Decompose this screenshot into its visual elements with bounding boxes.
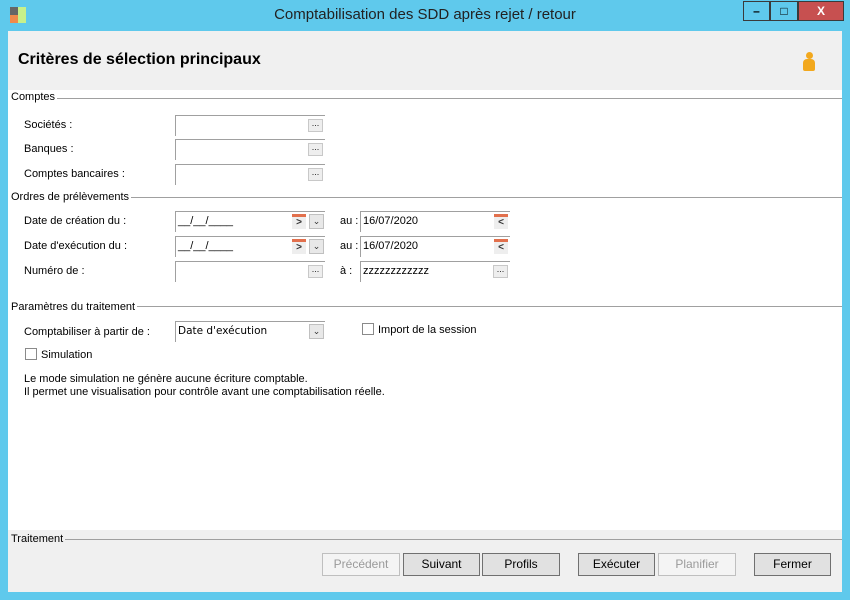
divider <box>12 197 842 198</box>
date-execution-label: Date d'exécution du : <box>24 240 128 252</box>
calendar-icon[interactable]: > <box>292 239 306 254</box>
numero-label: Numéro de : <box>24 265 85 277</box>
societes-label: Sociétés : <box>24 119 73 131</box>
chevron-down-icon[interactable]: ⌄ <box>309 214 324 229</box>
chevron-down-icon[interactable]: ⌄ <box>309 239 324 254</box>
close-button[interactable]: X <box>798 1 844 21</box>
simulation-checkbox[interactable] <box>25 348 37 360</box>
numero-to-browse-button[interactable]: ... <box>493 265 508 278</box>
numero-to-input[interactable]: zzzzzzzzzzzz <box>360 261 510 282</box>
comptes-bancaires-label: Comptes bancaires : <box>24 168 125 180</box>
simulation-label: Simulation <box>41 349 93 361</box>
banques-browse-button[interactable]: ... <box>308 143 323 156</box>
info-text-line1: Le mode simulation ne génère aucune écri… <box>24 373 308 385</box>
comptabiliser-select[interactable]: Date d'exécution <box>175 321 325 342</box>
page-title: Critères de sélection principaux <box>18 51 261 68</box>
section-comptes: Comptes <box>11 91 58 103</box>
minimize-button[interactable]: – <box>743 1 770 21</box>
info-text-line2: Il permet une visualisation pour contrôl… <box>24 386 385 398</box>
window-title: Comptabilisation des SDD après rejet / r… <box>274 6 576 23</box>
numero-from-browse-button[interactable]: ... <box>308 265 323 278</box>
date-creation-to-input[interactable]: 16/07/2020 <box>360 211 510 232</box>
calendar-icon[interactable]: < <box>494 239 508 254</box>
precedent-button[interactable]: Précédent <box>322 553 400 576</box>
date-creation-label: Date de création du : <box>24 215 127 227</box>
a-label: à : <box>340 265 353 277</box>
import-session-checkbox[interactable] <box>362 323 374 335</box>
numero-from-input[interactable] <box>175 261 325 282</box>
comptes-bancaires-input[interactable] <box>175 164 325 185</box>
au-label: au : <box>340 215 359 227</box>
profils-button[interactable]: Profils <box>482 553 560 576</box>
divider <box>12 539 842 540</box>
comptes-bancaires-browse-button[interactable]: ... <box>308 168 323 181</box>
comptabiliser-label: Comptabiliser à partir de : <box>24 326 150 338</box>
date-execution-to-input[interactable]: 16/07/2020 <box>360 236 510 257</box>
suivant-button[interactable]: Suivant <box>403 553 480 576</box>
banques-label: Banques : <box>24 143 74 155</box>
user-icon[interactable] <box>802 52 816 72</box>
maximize-button[interactable]: □ <box>770 1 798 21</box>
calendar-icon[interactable]: > <box>292 214 306 229</box>
societes-input[interactable] <box>175 115 325 136</box>
divider <box>12 98 842 99</box>
section-parametres: Paramètres du traitement <box>11 301 138 313</box>
section-traitement: Traitement <box>11 533 66 545</box>
executer-button[interactable]: Exécuter <box>578 553 655 576</box>
planifier-button[interactable]: Planifier <box>658 553 736 576</box>
section-ordres: Ordres de prélèvements <box>11 191 131 203</box>
chevron-down-icon[interactable]: ⌄ <box>309 324 324 339</box>
au-label: au : <box>340 240 359 252</box>
fermer-button[interactable]: Fermer <box>754 553 831 576</box>
societes-browse-button[interactable]: ... <box>308 119 323 132</box>
banques-input[interactable] <box>175 139 325 160</box>
calendar-icon[interactable]: < <box>494 214 508 229</box>
import-session-label: Import de la session <box>378 324 477 336</box>
